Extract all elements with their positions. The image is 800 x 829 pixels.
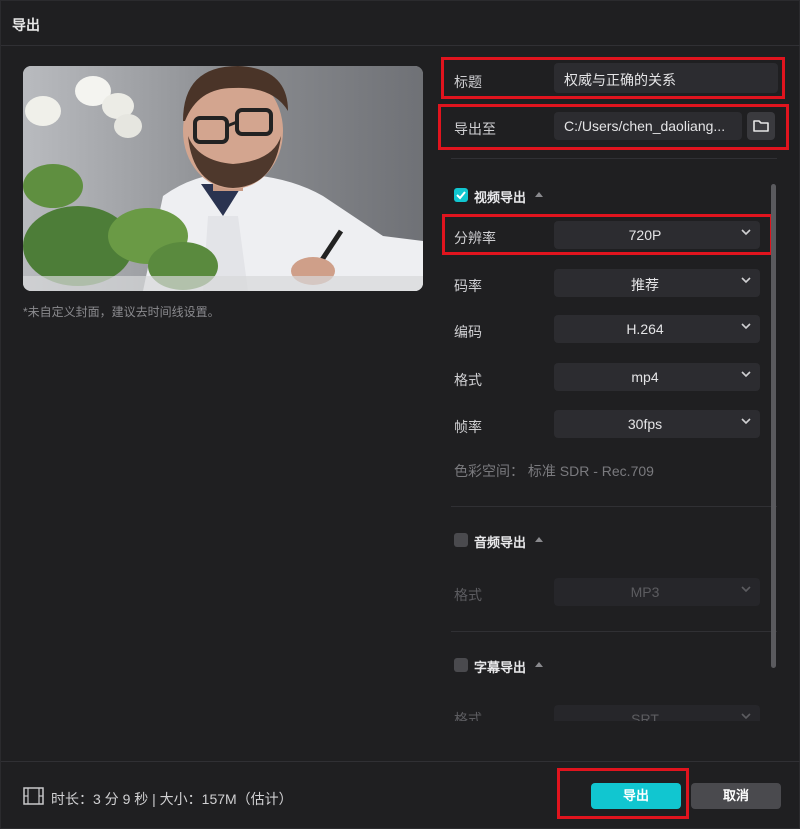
subtitle-format-label: 格式 [454, 711, 482, 721]
subtitle-format-value: SRT [631, 711, 659, 721]
highlight-export-to [438, 104, 789, 150]
highlight-title [441, 57, 785, 99]
film-icon [23, 787, 44, 805]
collapse-caret-icon[interactable] [535, 662, 543, 667]
highlight-resolution [442, 214, 773, 255]
subtitle-export-checkbox[interactable] [454, 658, 468, 672]
export-dialog: 导出 *未自定义封面，建议去时间线设置。 标题 权威与正确的关系 导出至 C:/… [0, 0, 800, 829]
dialog-title: 导出 [12, 17, 40, 33]
duration-size-info: 时长：3 分 9 秒 | 大小：157M（估计） [51, 791, 293, 807]
check-icon [456, 191, 466, 200]
chevron-down-icon [741, 586, 751, 593]
cancel-button[interactable]: 取消 [691, 783, 781, 809]
codec-value: H.264 [626, 321, 664, 337]
audio-export-header: 音频导出 [474, 535, 527, 550]
settings-scrollbar[interactable] [771, 184, 776, 668]
collapse-caret-icon[interactable] [535, 537, 543, 542]
codec-select[interactable]: H.264 [554, 315, 760, 343]
titlebar: 导出 [1, 1, 800, 46]
framerate-value: 30fps [627, 416, 663, 432]
framerate-select[interactable]: 30fps [554, 410, 760, 438]
chevron-down-icon [741, 371, 751, 378]
chevron-down-icon [741, 323, 751, 330]
audio-format-label: 格式 [454, 587, 482, 603]
subtitle-export-header: 字幕导出 [474, 660, 527, 675]
divider [451, 631, 777, 632]
divider [451, 158, 777, 159]
highlight-export-button [557, 768, 689, 819]
subtitle-format-row-clip: 格式 SRT [441, 701, 771, 721]
collapse-caret-icon[interactable] [535, 192, 543, 197]
chevron-down-icon [741, 713, 751, 720]
audio-format-value: MP3 [630, 584, 660, 600]
chevron-down-icon [741, 277, 751, 284]
chevron-down-icon [741, 418, 751, 425]
cover-hint: *未自定义封面，建议去时间线设置。 [23, 305, 220, 319]
format-select[interactable]: mp4 [554, 363, 760, 391]
bitrate-label: 码率 [454, 278, 482, 294]
cover-preview [23, 66, 423, 291]
colorspace-info: 色彩空间： 标准 SDR - Rec.709 [454, 463, 654, 479]
bitrate-value: 推荐 [631, 277, 659, 293]
framerate-label: 帧率 [454, 419, 482, 435]
bitrate-select[interactable]: 推荐 [554, 269, 760, 297]
video-export-header: 视频导出 [474, 190, 527, 205]
audio-export-checkbox[interactable] [454, 533, 468, 547]
divider [451, 506, 777, 507]
cover-image [23, 66, 423, 291]
codec-label: 编码 [454, 324, 482, 340]
format-label: 格式 [454, 372, 482, 388]
audio-format-select[interactable]: MP3 [554, 578, 760, 606]
video-export-checkbox[interactable] [454, 188, 468, 202]
subtitle-format-select[interactable]: SRT [554, 705, 760, 721]
format-value: mp4 [631, 369, 659, 385]
